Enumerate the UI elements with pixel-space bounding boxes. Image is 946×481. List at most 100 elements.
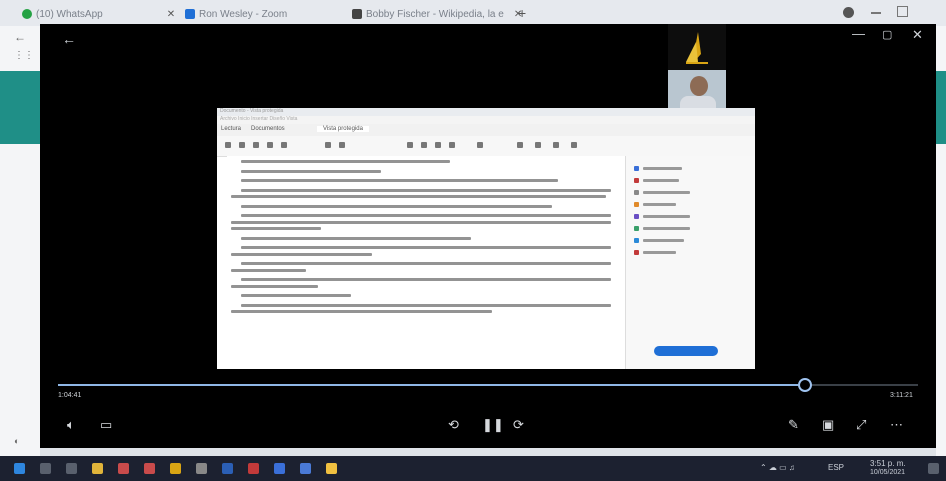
tab-wikipedia[interactable]: Bobby Fischer - Wikipedia, la e ✕ bbox=[352, 4, 522, 24]
seek-bar-thumb[interactable] bbox=[798, 378, 812, 392]
taskview-icon[interactable] bbox=[66, 463, 77, 474]
new-tab-icon[interactable]: + bbox=[518, 5, 526, 21]
tool-icon bbox=[634, 202, 639, 207]
sign-icon bbox=[553, 142, 559, 148]
profile-icon[interactable] bbox=[843, 7, 854, 18]
zoom-icon bbox=[185, 9, 195, 19]
tool-label bbox=[643, 239, 684, 242]
app-icon[interactable] bbox=[196, 463, 207, 474]
page-right-strip bbox=[936, 26, 946, 456]
fit-icon bbox=[477, 142, 483, 148]
tool-label bbox=[643, 179, 679, 182]
document-tabs: Lectura Documentos Vista protegida bbox=[217, 124, 755, 136]
search-icon[interactable] bbox=[40, 463, 51, 474]
file-explorer-icon[interactable] bbox=[92, 463, 103, 474]
maximize-icon[interactable] bbox=[897, 6, 908, 17]
text-line bbox=[231, 220, 611, 224]
participant-logo-tile bbox=[668, 24, 726, 70]
trial-button bbox=[654, 346, 718, 356]
word-icon[interactable] bbox=[222, 463, 233, 474]
minimize-icon[interactable]: — bbox=[852, 26, 865, 41]
tool-label bbox=[643, 251, 676, 254]
folder-icon[interactable] bbox=[326, 463, 337, 474]
pen-icon[interactable]: ✎ bbox=[788, 417, 799, 433]
zoom-icon[interactable] bbox=[300, 463, 311, 474]
total-time: 3:11:21 bbox=[890, 392, 913, 399]
tool-icon bbox=[634, 178, 639, 183]
more-options-icon[interactable]: ⋯ bbox=[890, 417, 903, 433]
text-line bbox=[241, 188, 611, 192]
fullscreen-icon[interactable]: ⤢ bbox=[856, 417, 866, 433]
clock-time[interactable]: 3:51 p. m. bbox=[870, 459, 906, 468]
back-arrow-icon[interactable]: ← bbox=[62, 31, 76, 47]
language-indicator[interactable]: ESP bbox=[828, 463, 844, 472]
tab-whatsapp[interactable]: (10) WhatsApp ✕ bbox=[22, 4, 175, 24]
text-line bbox=[231, 252, 372, 256]
text-line bbox=[231, 284, 318, 288]
volume-icon[interactable]: 🔈︎ bbox=[67, 417, 75, 433]
tab-active: Vista protegida bbox=[317, 126, 369, 132]
maximize-icon[interactable]: ▢ bbox=[882, 28, 892, 41]
app-icon[interactable] bbox=[170, 463, 181, 474]
pen-icon bbox=[535, 142, 541, 148]
text-line bbox=[241, 214, 611, 217]
up-icon bbox=[325, 142, 331, 148]
cookie-icon[interactable]: ◐ bbox=[14, 436, 19, 446]
document-toolbar bbox=[217, 136, 755, 157]
text-line bbox=[241, 204, 552, 208]
close-icon[interactable]: ✕ bbox=[912, 27, 923, 43]
miniplayer-icon[interactable]: ▣ bbox=[822, 417, 834, 433]
shared-screen-document: Documento - Vista protegida Archivo Inic… bbox=[217, 108, 755, 369]
skip-back-icon[interactable]: ⟲ bbox=[448, 417, 459, 433]
pdf-icon[interactable] bbox=[248, 463, 259, 474]
zoom-icon bbox=[281, 142, 287, 148]
zoom-in-icon bbox=[449, 142, 455, 148]
church-logo-icon bbox=[686, 32, 708, 64]
tool-icon bbox=[634, 214, 639, 219]
down-icon bbox=[339, 142, 345, 148]
app-icon[interactable] bbox=[118, 463, 129, 474]
app-icon[interactable] bbox=[274, 463, 285, 474]
tool-label bbox=[643, 167, 683, 170]
apps-icon[interactable]: ⋮⋮ bbox=[14, 50, 34, 61]
text-line bbox=[241, 179, 558, 182]
tab-lectura: Lectura bbox=[221, 126, 242, 132]
wikipedia-icon bbox=[352, 9, 362, 19]
skip-forward-icon[interactable]: ⟳ bbox=[513, 417, 524, 433]
document-title: Documento - Vista protegida bbox=[217, 108, 755, 116]
elapsed-time: 1:04:41 bbox=[58, 392, 82, 399]
page-banner bbox=[936, 71, 946, 144]
tool-icon bbox=[634, 250, 639, 255]
print-icon bbox=[253, 142, 259, 148]
notifications-icon[interactable] bbox=[928, 463, 939, 474]
tab-documentos: Documentos bbox=[251, 126, 285, 132]
clock-date[interactable]: 10/05/2021 bbox=[870, 469, 905, 476]
chrome-icon[interactable] bbox=[144, 463, 155, 474]
text-line bbox=[241, 246, 611, 249]
tab-zoom[interactable]: Ron Wesley - Zoom ✕ bbox=[185, 4, 360, 24]
video-player[interactable]: ← — ▢ ✕ Documento - Vista protegida Arch… bbox=[40, 24, 936, 448]
minimize-icon[interactable] bbox=[871, 12, 881, 14]
text-line bbox=[241, 160, 450, 163]
back-arrow-icon[interactable]: ← bbox=[14, 30, 26, 44]
start-icon[interactable] bbox=[14, 463, 25, 474]
tray-icons[interactable]: ⌃ ☁ ▭ ♫ bbox=[760, 463, 795, 472]
seek-bar[interactable] bbox=[58, 378, 918, 392]
participant-face bbox=[690, 76, 708, 96]
captions-icon[interactable]: ▭ bbox=[100, 417, 112, 433]
text-line bbox=[231, 227, 321, 230]
tool-icon bbox=[634, 166, 639, 171]
text-line bbox=[231, 268, 306, 272]
whatsapp-icon bbox=[22, 9, 32, 19]
seek-bar-progress bbox=[58, 384, 798, 386]
tool-label bbox=[643, 203, 676, 206]
document-menu: Archivo Inicio Insertar Diseño Vista bbox=[217, 116, 755, 124]
close-icon[interactable]: ✕ bbox=[167, 9, 175, 20]
share-icon bbox=[571, 142, 577, 148]
page-left-strip: ← ⋮⋮ ◐ bbox=[0, 26, 40, 456]
tool-icon bbox=[634, 238, 639, 243]
tab-label: Bobby Fischer - Wikipedia, la e bbox=[366, 8, 504, 20]
tool-label bbox=[643, 191, 691, 194]
comment-icon bbox=[517, 142, 523, 148]
pause-icon[interactable]: ❚❚ bbox=[482, 417, 504, 433]
